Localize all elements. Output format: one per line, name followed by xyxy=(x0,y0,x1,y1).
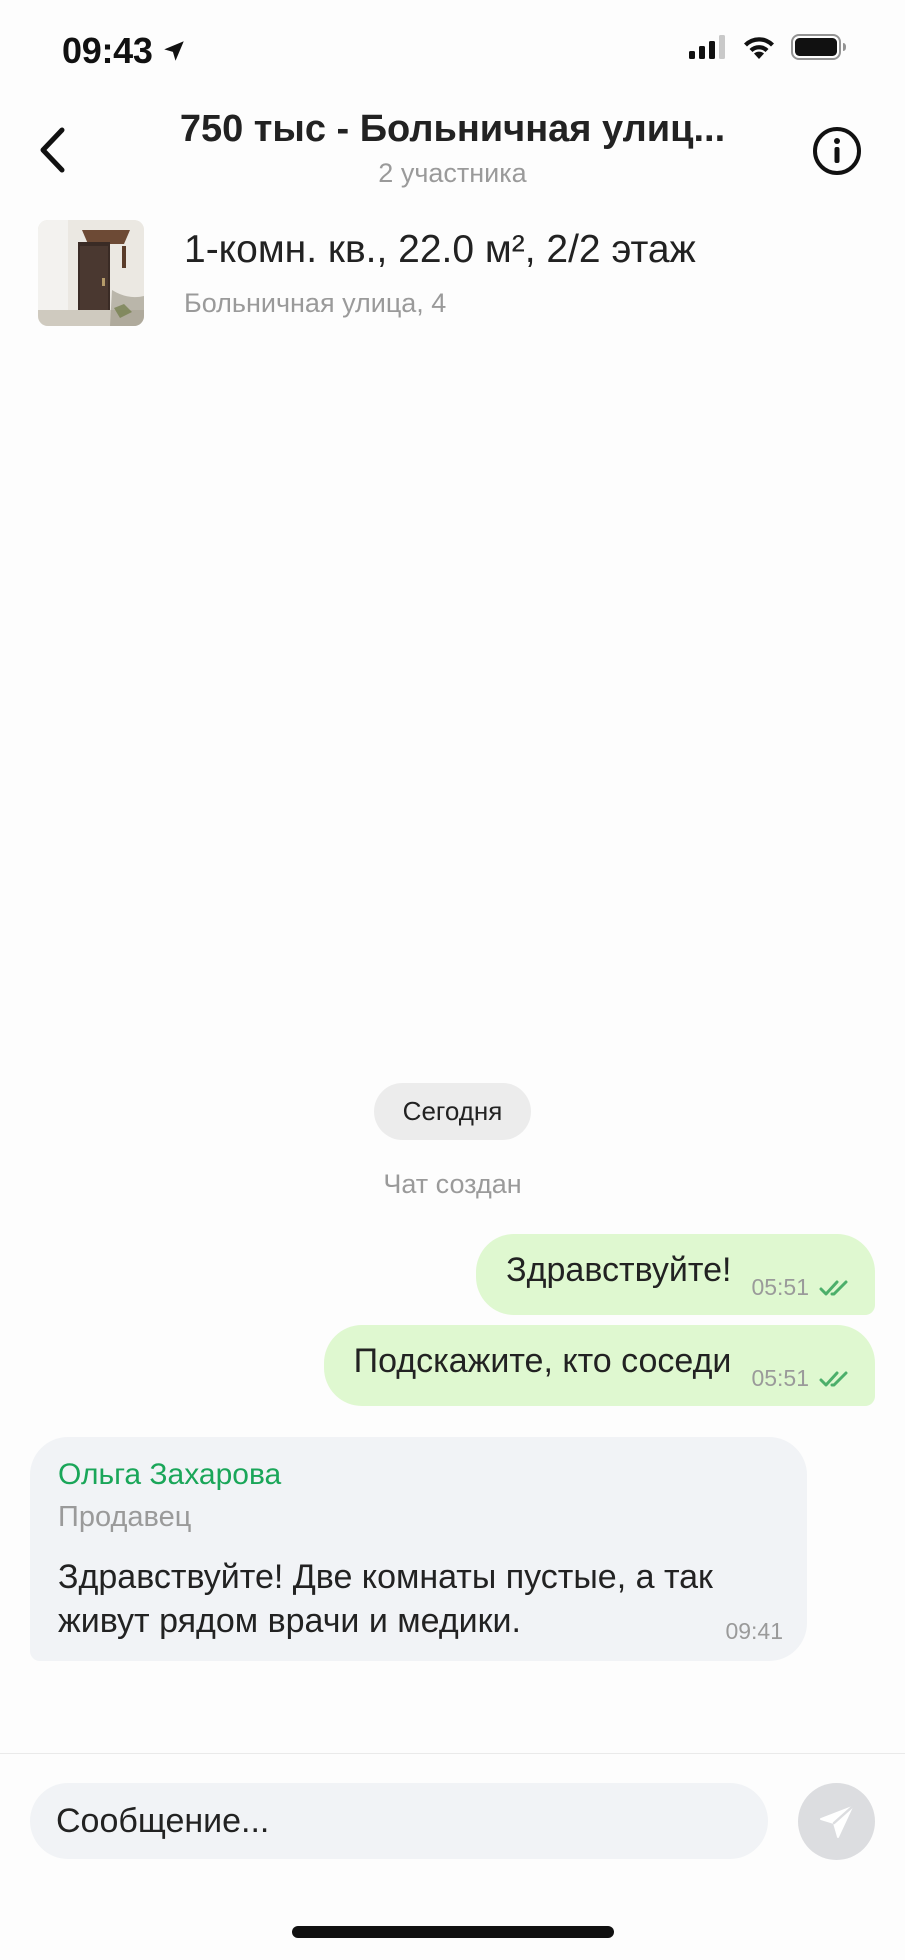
double-check-icon xyxy=(819,1280,848,1295)
outgoing-message[interactable]: Подскажите, кто соседи 05:51 xyxy=(323,1325,875,1406)
incoming-message[interactable]: Ольга Захарова Продавец Здравствуйте! Дв… xyxy=(30,1437,807,1661)
chevron-left-icon xyxy=(40,127,65,173)
date-label: Сегодня xyxy=(402,1096,503,1126)
location-arrow-icon xyxy=(163,41,184,61)
message-time: 05:51 xyxy=(751,1274,809,1300)
message-meta: 05:51 xyxy=(751,1365,851,1392)
sender-role: Продавец xyxy=(58,1501,192,1533)
send-button[interactable] xyxy=(798,1783,875,1860)
message-text: Здравствуйте! xyxy=(506,1251,732,1289)
send-icon xyxy=(819,1805,853,1838)
participants-count: 2 участника xyxy=(378,158,527,188)
message-time: 05:51 xyxy=(751,1365,809,1391)
message-time: 09:41 xyxy=(725,1618,783,1644)
wifi-icon xyxy=(744,37,774,59)
chat-title: 750 тыс - Больничная улиц... xyxy=(179,108,726,150)
status-bar-time: 09:43 xyxy=(62,30,187,72)
listing-card[interactable]: 1-комн. кв., 22.0 м², 2/2 этаж Больнична… xyxy=(38,220,868,326)
info-button[interactable] xyxy=(811,125,863,177)
double-check-icon xyxy=(819,1371,848,1386)
message-text: Здравствуйте! Две комнаты пустые, а так … xyxy=(58,1558,713,1640)
back-button[interactable] xyxy=(28,122,76,178)
date-separator: Сегодня xyxy=(374,1083,531,1140)
cellular-signal-icon xyxy=(689,35,725,59)
listing-address: Больничная улица, 4 xyxy=(184,288,447,318)
info-icon xyxy=(813,127,861,175)
home-indicator[interactable] xyxy=(292,1926,614,1938)
listing-thumbnail xyxy=(38,220,144,326)
message-input[interactable] xyxy=(30,1783,768,1859)
outgoing-message[interactable]: Здравствуйте! 05:51 xyxy=(476,1234,875,1315)
system-message: Чат создан xyxy=(383,1169,522,1199)
listing-title: 1-комн. кв., 22.0 м², 2/2 этаж xyxy=(184,228,696,271)
chat-screen: 09:43 750 тыс - Больничная улиц... 2 уча… xyxy=(0,0,905,1960)
sender-name[interactable]: Ольга Захарова xyxy=(58,1458,281,1492)
status-icons xyxy=(689,34,847,60)
message-meta: 05:51 xyxy=(751,1274,851,1301)
status-time-text: 09:43 xyxy=(62,30,153,71)
battery-icon xyxy=(791,34,846,60)
message-text: Подскажите, кто соседи xyxy=(353,1342,732,1380)
composer-divider xyxy=(0,1753,905,1754)
